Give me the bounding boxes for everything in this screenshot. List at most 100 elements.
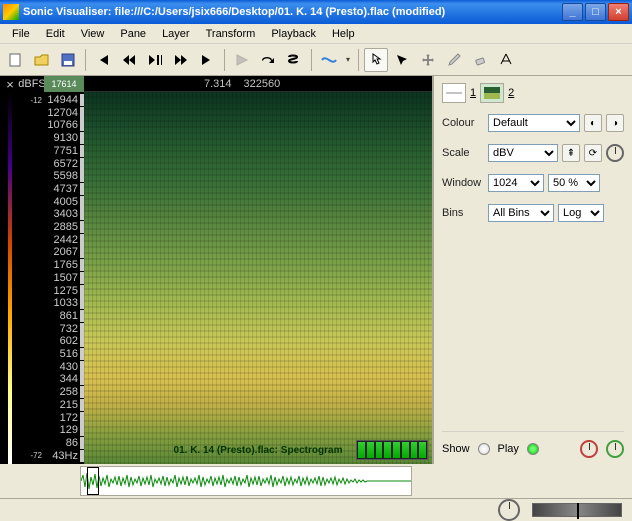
close-button[interactable]: × — [608, 3, 629, 21]
play-label: Play — [498, 443, 519, 455]
open-button[interactable] — [30, 48, 54, 72]
overview-area — [0, 464, 632, 498]
scale-select[interactable]: dBV — [488, 144, 558, 162]
bins-select[interactable]: All Bins — [488, 204, 554, 222]
align-dropdown[interactable]: ▾ — [343, 55, 353, 64]
show-label: Show — [442, 443, 470, 455]
layer-tab-2-label: 2 — [508, 87, 514, 99]
skip-end-button[interactable] — [195, 48, 219, 72]
level-meter — [356, 440, 428, 460]
freq-label: 2442 — [44, 234, 84, 246]
freq-label: 172 — [44, 412, 84, 424]
record-button[interactable] — [230, 48, 254, 72]
menu-view[interactable]: View — [73, 26, 113, 42]
freq-label: 14944 — [44, 94, 84, 106]
playback-gain-dial[interactable] — [580, 440, 598, 458]
playback-pan-dial[interactable] — [606, 440, 624, 458]
layer-tab-2[interactable] — [480, 83, 504, 103]
close-pane-button[interactable]: × — [0, 76, 20, 92]
bins-scale-select[interactable]: Log — [558, 204, 604, 222]
menu-layer[interactable]: Layer — [154, 26, 198, 42]
layer-tab-1-label: 1 — [470, 87, 476, 99]
freq-label: 3403 — [44, 208, 84, 220]
menu-transform[interactable]: Transform — [198, 26, 264, 42]
forward-button[interactable] — [169, 48, 193, 72]
playback-position-slider[interactable] — [532, 503, 622, 517]
menu-help[interactable]: Help — [324, 26, 363, 42]
title-bar: Sonic Visualiser: file:///C:/Users/jsix6… — [0, 0, 632, 24]
scale-header: dBFS — [20, 76, 44, 92]
colour-select[interactable]: Default — [488, 114, 580, 132]
freq-label: 732 — [44, 323, 84, 335]
save-button[interactable] — [56, 48, 80, 72]
select-tool[interactable] — [390, 48, 414, 72]
menu-pane[interactable]: Pane — [112, 26, 154, 42]
freq-label: 5598 — [44, 170, 84, 182]
erase-tool[interactable] — [468, 48, 492, 72]
freq-label: 344 — [44, 373, 84, 385]
colour-scale-bar — [8, 92, 12, 464]
playback-speed-dial[interactable] — [498, 499, 520, 521]
freq-label: 4005 — [44, 196, 84, 208]
freq-label: 2885 — [44, 221, 84, 233]
overview-window[interactable] — [87, 467, 99, 495]
new-session-button[interactable] — [4, 48, 28, 72]
time-sample: 322560 — [244, 78, 281, 90]
freq-label: 516 — [44, 348, 84, 360]
toolbar: ▾ — [0, 44, 632, 76]
align-button[interactable] — [317, 48, 341, 72]
time-cursor: 7.314 — [204, 78, 232, 90]
maximize-button[interactable]: □ — [585, 3, 606, 21]
menu-playback[interactable]: Playback — [263, 26, 324, 42]
minimize-button[interactable]: _ — [562, 3, 583, 21]
menu-edit[interactable]: Edit — [38, 26, 73, 42]
freq-label: 86 — [44, 437, 84, 449]
freq-label: 258 — [44, 386, 84, 398]
move-tool[interactable] — [416, 48, 440, 72]
frequency-scale: 17614 1494412704107669130775165725598473… — [44, 76, 84, 464]
freq-label: 4737 — [44, 183, 84, 195]
solo-button[interactable] — [282, 48, 306, 72]
spectrogram-pane[interactable]: 7.314 322560 01. K. 14 (Presto).flac: Sp… — [84, 76, 432, 464]
gain-dial[interactable] — [606, 144, 624, 162]
freq-label: 129 — [44, 424, 84, 436]
main-area: × dBFS -12 -72 17614 1494412704107669130… — [0, 76, 632, 464]
layer-tab-1[interactable] — [442, 83, 466, 103]
window-title: Sonic Visualiser: file:///C:/Users/jsix6… — [23, 6, 562, 18]
layer-tabs: 1 2 — [442, 82, 624, 104]
colour-label: Colour — [442, 117, 484, 129]
db-label: -72 — [20, 451, 44, 460]
rewind-button[interactable] — [117, 48, 141, 72]
play-toggle[interactable] — [527, 443, 539, 455]
freq-label: 2067 — [44, 246, 84, 258]
colour-next-button[interactable]: ◑ — [606, 114, 624, 132]
loop-button[interactable] — [256, 48, 280, 72]
freq-label: 1033 — [44, 297, 84, 309]
menu-bar: File Edit View Pane Layer Transform Play… — [0, 24, 632, 44]
normalize-button[interactable]: ⇞ — [562, 144, 580, 162]
freq-label: 12704 — [44, 107, 84, 119]
freq-label: 1507 — [44, 272, 84, 284]
freq-label: 430 — [44, 361, 84, 373]
colour-prev-button[interactable]: ◐ — [584, 114, 602, 132]
window-overlap-select[interactable]: 50 % — [548, 174, 600, 192]
window-label: Window — [442, 177, 484, 189]
show-toggle[interactable] — [478, 443, 490, 455]
play-pause-button[interactable] — [143, 48, 167, 72]
window-size-select[interactable]: 1024 — [488, 174, 544, 192]
overview-waveform[interactable] — [80, 466, 412, 496]
edit-tool[interactable] — [442, 48, 466, 72]
freq-label: 602 — [44, 335, 84, 347]
freq-label: 6572 — [44, 158, 84, 170]
scale-label: Scale — [442, 147, 484, 159]
menu-file[interactable]: File — [4, 26, 38, 42]
navigate-tool[interactable] — [364, 48, 388, 72]
threshold-button[interactable]: ⟳ — [584, 144, 602, 162]
freq-label: 9130 — [44, 132, 84, 144]
skip-start-button[interactable] — [91, 48, 115, 72]
measure-tool[interactable] — [494, 48, 518, 72]
freq-label: 1275 — [44, 285, 84, 297]
freq-top: 17614 — [44, 76, 84, 92]
freq-label: 43Hz — [44, 450, 84, 462]
properties-panel: 1 2 Colour Default ◐ ◑ Scale dBV ⇞ ⟳ Win… — [432, 76, 632, 464]
